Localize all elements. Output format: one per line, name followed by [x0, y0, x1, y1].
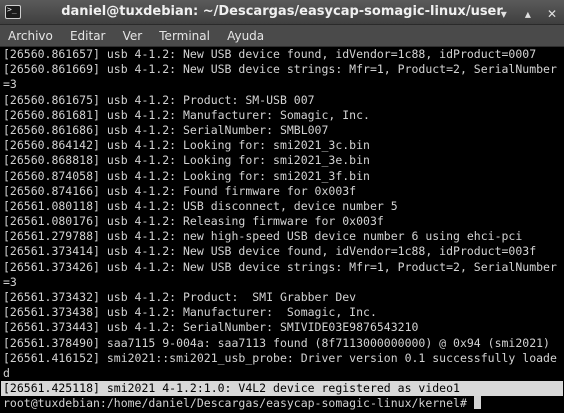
menu-editar[interactable]: Editar [70, 26, 106, 47]
output-line: d [3, 365, 10, 380]
prompt-text: root@tuxdebian:/home/daniel/Descargas/ea… [3, 396, 474, 411]
output-line: [26560.864142] usb 4-1.2: Looking for: s… [3, 138, 370, 153]
output-line: [26561.373426] usb 4-1.2: New USB device… [3, 259, 557, 274]
output-line: [26561.373432] usb 4-1.2: Product: SMI G… [3, 290, 357, 304]
output-line: [26561.373414] usb 4-1.2: New USB device… [3, 244, 537, 259]
output-line: =3 [3, 77, 17, 92]
output-line: [26560.861669] usb 4-1.2: New USB device… [3, 62, 557, 77]
output-line: [26560.861686] usb 4-1.2: SerialNumber: … [3, 122, 329, 137]
terminal-output[interactable]: [26560.861657] usb 4-1.2: New USB device… [1, 47, 563, 412]
window-controls: ▾ ▴ ✕ [493, 3, 560, 21]
output-line: [26560.861657] usb 4-1.2: New USB device… [3, 47, 537, 61]
title-bar[interactable]: daniel@tuxdebian: ~/Descargas/easycap-so… [0, 0, 564, 25]
menu-ver[interactable]: Ver [123, 26, 143, 47]
close-button[interactable]: ✕ [544, 6, 560, 22]
menu-archivo[interactable]: Archivo [8, 26, 53, 47]
output-line: [26560.868818] usb 4-1.2: Looking for: s… [3, 153, 370, 168]
menu-bar: Archivo Editar Ver Terminal Ayuda [0, 25, 564, 47]
menu-terminal[interactable]: Terminal [159, 26, 210, 47]
output-line: [26561.080176] usb 4-1.2: Releasing firm… [3, 214, 384, 229]
output-line: [26561.378490] saa7115 9-004a: saa7113 f… [3, 335, 550, 350]
selected-output-line[interactable]: [26561.425118] smi2021 4-1.2:1.0: V4L2 d… [1, 381, 563, 397]
output-line: [26560.874058] usb 4-1.2: Looking for: s… [3, 168, 370, 183]
output-line: [26561.080118] usb 4-1.2: USB disconnect… [3, 198, 398, 213]
command-prompt[interactable]: root@tuxdebian:/home/daniel/Descargas/ea… [1, 396, 563, 411]
minimize-button[interactable]: ▾ [496, 6, 512, 22]
output-line: [26561.416152] smi2021::smi2021_usb_prob… [3, 350, 557, 365]
window-title: daniel@tuxdebian: ~/Descargas/easycap-so… [61, 4, 503, 19]
output-line: [26561.279788] usb 4-1.2: new high-speed… [3, 229, 523, 244]
menu-ayuda[interactable]: Ayuda [227, 26, 264, 47]
output-line: [26560.861675] usb 4-1.2: Product: SM-US… [3, 92, 315, 107]
output-line: [26561.373443] usb 4-1.2: SerialNumber: … [3, 320, 419, 335]
text-cursor [473, 396, 481, 410]
output-line: [26561.373438] usb 4-1.2: Manufacturer: … [3, 305, 377, 320]
output-line: =3 [3, 274, 17, 289]
terminal-window: daniel@tuxdebian: ~/Descargas/easycap-so… [0, 0, 564, 413]
output-line: [26560.861681] usb 4-1.2: Manufacturer: … [3, 107, 370, 122]
maximize-button[interactable]: ▴ [520, 6, 536, 22]
output-line: [26560.874166] usb 4-1.2: Found firmware… [3, 183, 357, 198]
